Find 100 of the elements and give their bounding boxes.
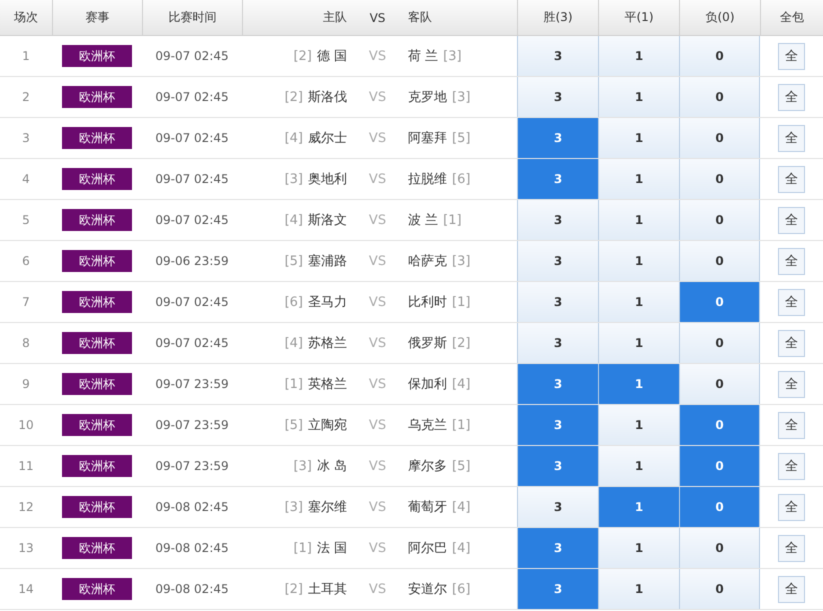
odds-option[interactable]: 0 — [679, 528, 760, 568]
odds-option[interactable]: 0 — [679, 77, 760, 117]
select-all-button[interactable]: 全 — [778, 206, 805, 234]
odds-option[interactable]: 0 — [679, 364, 760, 404]
versus-label: VS — [368, 212, 386, 228]
odds-option[interactable]: 3 — [517, 282, 598, 322]
league-tag: 欧洲杯 — [62, 291, 132, 313]
odds-option[interactable]: 3 — [517, 405, 598, 445]
odds-option[interactable]: 3 — [517, 36, 598, 76]
odds-option[interactable]: 1 — [598, 36, 679, 76]
odds-option[interactable]: 1 — [598, 405, 679, 445]
home-team: 斯洛伐 — [308, 89, 347, 106]
odds-option[interactable]: 3 — [517, 241, 598, 281]
odds-option[interactable]: 1 — [598, 118, 679, 158]
odds-option[interactable]: 0 — [679, 200, 760, 240]
odds-option[interactable]: 0 — [679, 241, 760, 281]
column-header: 赛事 — [86, 9, 110, 26]
away-team: 阿尔巴 — [408, 540, 447, 557]
select-all-button[interactable]: 全 — [778, 42, 805, 70]
select-all-button[interactable]: 全 — [778, 370, 805, 398]
odds-option[interactable]: 3 — [517, 118, 598, 158]
team-rank: [2] — [452, 336, 470, 350]
league-tag: 欧洲杯 — [62, 86, 132, 108]
odds-option[interactable]: 3 — [517, 446, 598, 486]
odds-option[interactable]: 0 — [679, 159, 760, 199]
select-all-button[interactable]: 全 — [778, 330, 805, 356]
versus-label: VS — [368, 172, 386, 186]
odds-option[interactable]: 3 — [517, 323, 598, 363]
odds-option[interactable]: 1 — [598, 569, 679, 609]
odds-option[interactable]: 1 — [598, 323, 679, 363]
odds-option[interactable]: 0 — [679, 36, 760, 76]
column-header: 负(0) — [706, 9, 734, 26]
odds-option[interactable]: 3 — [517, 364, 598, 404]
odds-option[interactable]: 1 — [598, 159, 679, 199]
match-number: 8 — [22, 336, 30, 350]
odds-option[interactable]: 1 — [598, 200, 679, 240]
match-number: 1 — [22, 49, 30, 63]
team-rank: [5] — [452, 458, 470, 474]
versus-label: VS — [368, 90, 386, 104]
select-all-button[interactable]: 全 — [778, 84, 805, 110]
odds-option[interactable]: 3 — [517, 159, 598, 199]
odds-option[interactable]: 0 — [679, 487, 760, 527]
home-team: 威尔士 — [308, 130, 347, 147]
column-header: 比赛时间 — [168, 9, 216, 26]
select-all-button[interactable]: 全 — [778, 166, 805, 192]
odds-option[interactable]: 0 — [679, 405, 760, 445]
match-number: 9 — [22, 377, 30, 391]
odds-option[interactable]: 3 — [517, 487, 598, 527]
odds-option[interactable]: 3 — [517, 200, 598, 240]
versus-label: VS — [368, 458, 386, 474]
match-time: 09-07 02:45 — [155, 90, 229, 104]
odds-option[interactable]: 3 — [517, 528, 598, 568]
odds-option[interactable]: 1 — [598, 241, 679, 281]
away-team: 摩尔多 — [408, 458, 447, 475]
odds-option[interactable]: 3 — [517, 77, 598, 117]
select-all-button[interactable]: 全 — [778, 452, 805, 480]
odds-option[interactable]: 0 — [679, 282, 760, 322]
select-all-button[interactable]: 全 — [778, 288, 805, 316]
team-rank: [6] — [452, 172, 470, 186]
column-header: 全包 — [780, 9, 804, 26]
versus-label: VS — [368, 500, 386, 514]
league-tag: 欧洲杯 — [62, 455, 132, 477]
odds-option[interactable]: 0 — [679, 446, 760, 486]
home-team: 德 国 — [316, 48, 347, 65]
match-time: 09-08 02:45 — [155, 541, 229, 555]
away-team: 乌克兰 — [408, 417, 447, 434]
home-team: 奥地利 — [308, 171, 347, 188]
versus-label: VS — [368, 540, 386, 556]
odds-option[interactable]: 1 — [598, 487, 679, 527]
odds-option[interactable]: 0 — [679, 569, 760, 609]
match-time: 09-07 02:45 — [155, 295, 229, 309]
odds-option[interactable]: 1 — [598, 77, 679, 117]
odds-option[interactable]: 1 — [598, 528, 679, 568]
team-rank: [4] — [284, 336, 303, 350]
team-rank: [4] — [284, 130, 303, 146]
select-all-button[interactable]: 全 — [778, 248, 805, 274]
match-time: 09-07 02:45 — [155, 336, 229, 350]
select-all-button[interactable]: 全 — [778, 494, 805, 520]
team-rank: [3] — [284, 172, 303, 186]
select-all-button[interactable]: 全 — [778, 576, 805, 602]
select-all-button[interactable]: 全 — [778, 412, 805, 438]
versus-label: VS — [368, 418, 386, 432]
odds-option[interactable]: 1 — [598, 364, 679, 404]
match-number: 3 — [22, 131, 30, 145]
match-number: 2 — [22, 90, 30, 104]
odds-option[interactable]: 0 — [679, 323, 760, 363]
match-number: 12 — [18, 500, 34, 514]
home-team: 冰 岛 — [316, 458, 347, 475]
match-time: 09-07 23:59 — [155, 418, 229, 432]
odds-option[interactable]: 1 — [598, 282, 679, 322]
away-team: 哈萨克 — [408, 253, 447, 270]
select-all-button[interactable]: 全 — [778, 124, 805, 152]
match-number: 13 — [18, 541, 34, 555]
team-rank: [5] — [452, 130, 470, 146]
odds-option[interactable]: 0 — [679, 118, 760, 158]
select-all-button[interactable]: 全 — [778, 534, 805, 562]
league-tag: 欧洲杯 — [62, 250, 132, 272]
odds-option[interactable]: 3 — [517, 569, 598, 609]
home-team: 英格兰 — [308, 376, 347, 393]
odds-option[interactable]: 1 — [598, 446, 679, 486]
